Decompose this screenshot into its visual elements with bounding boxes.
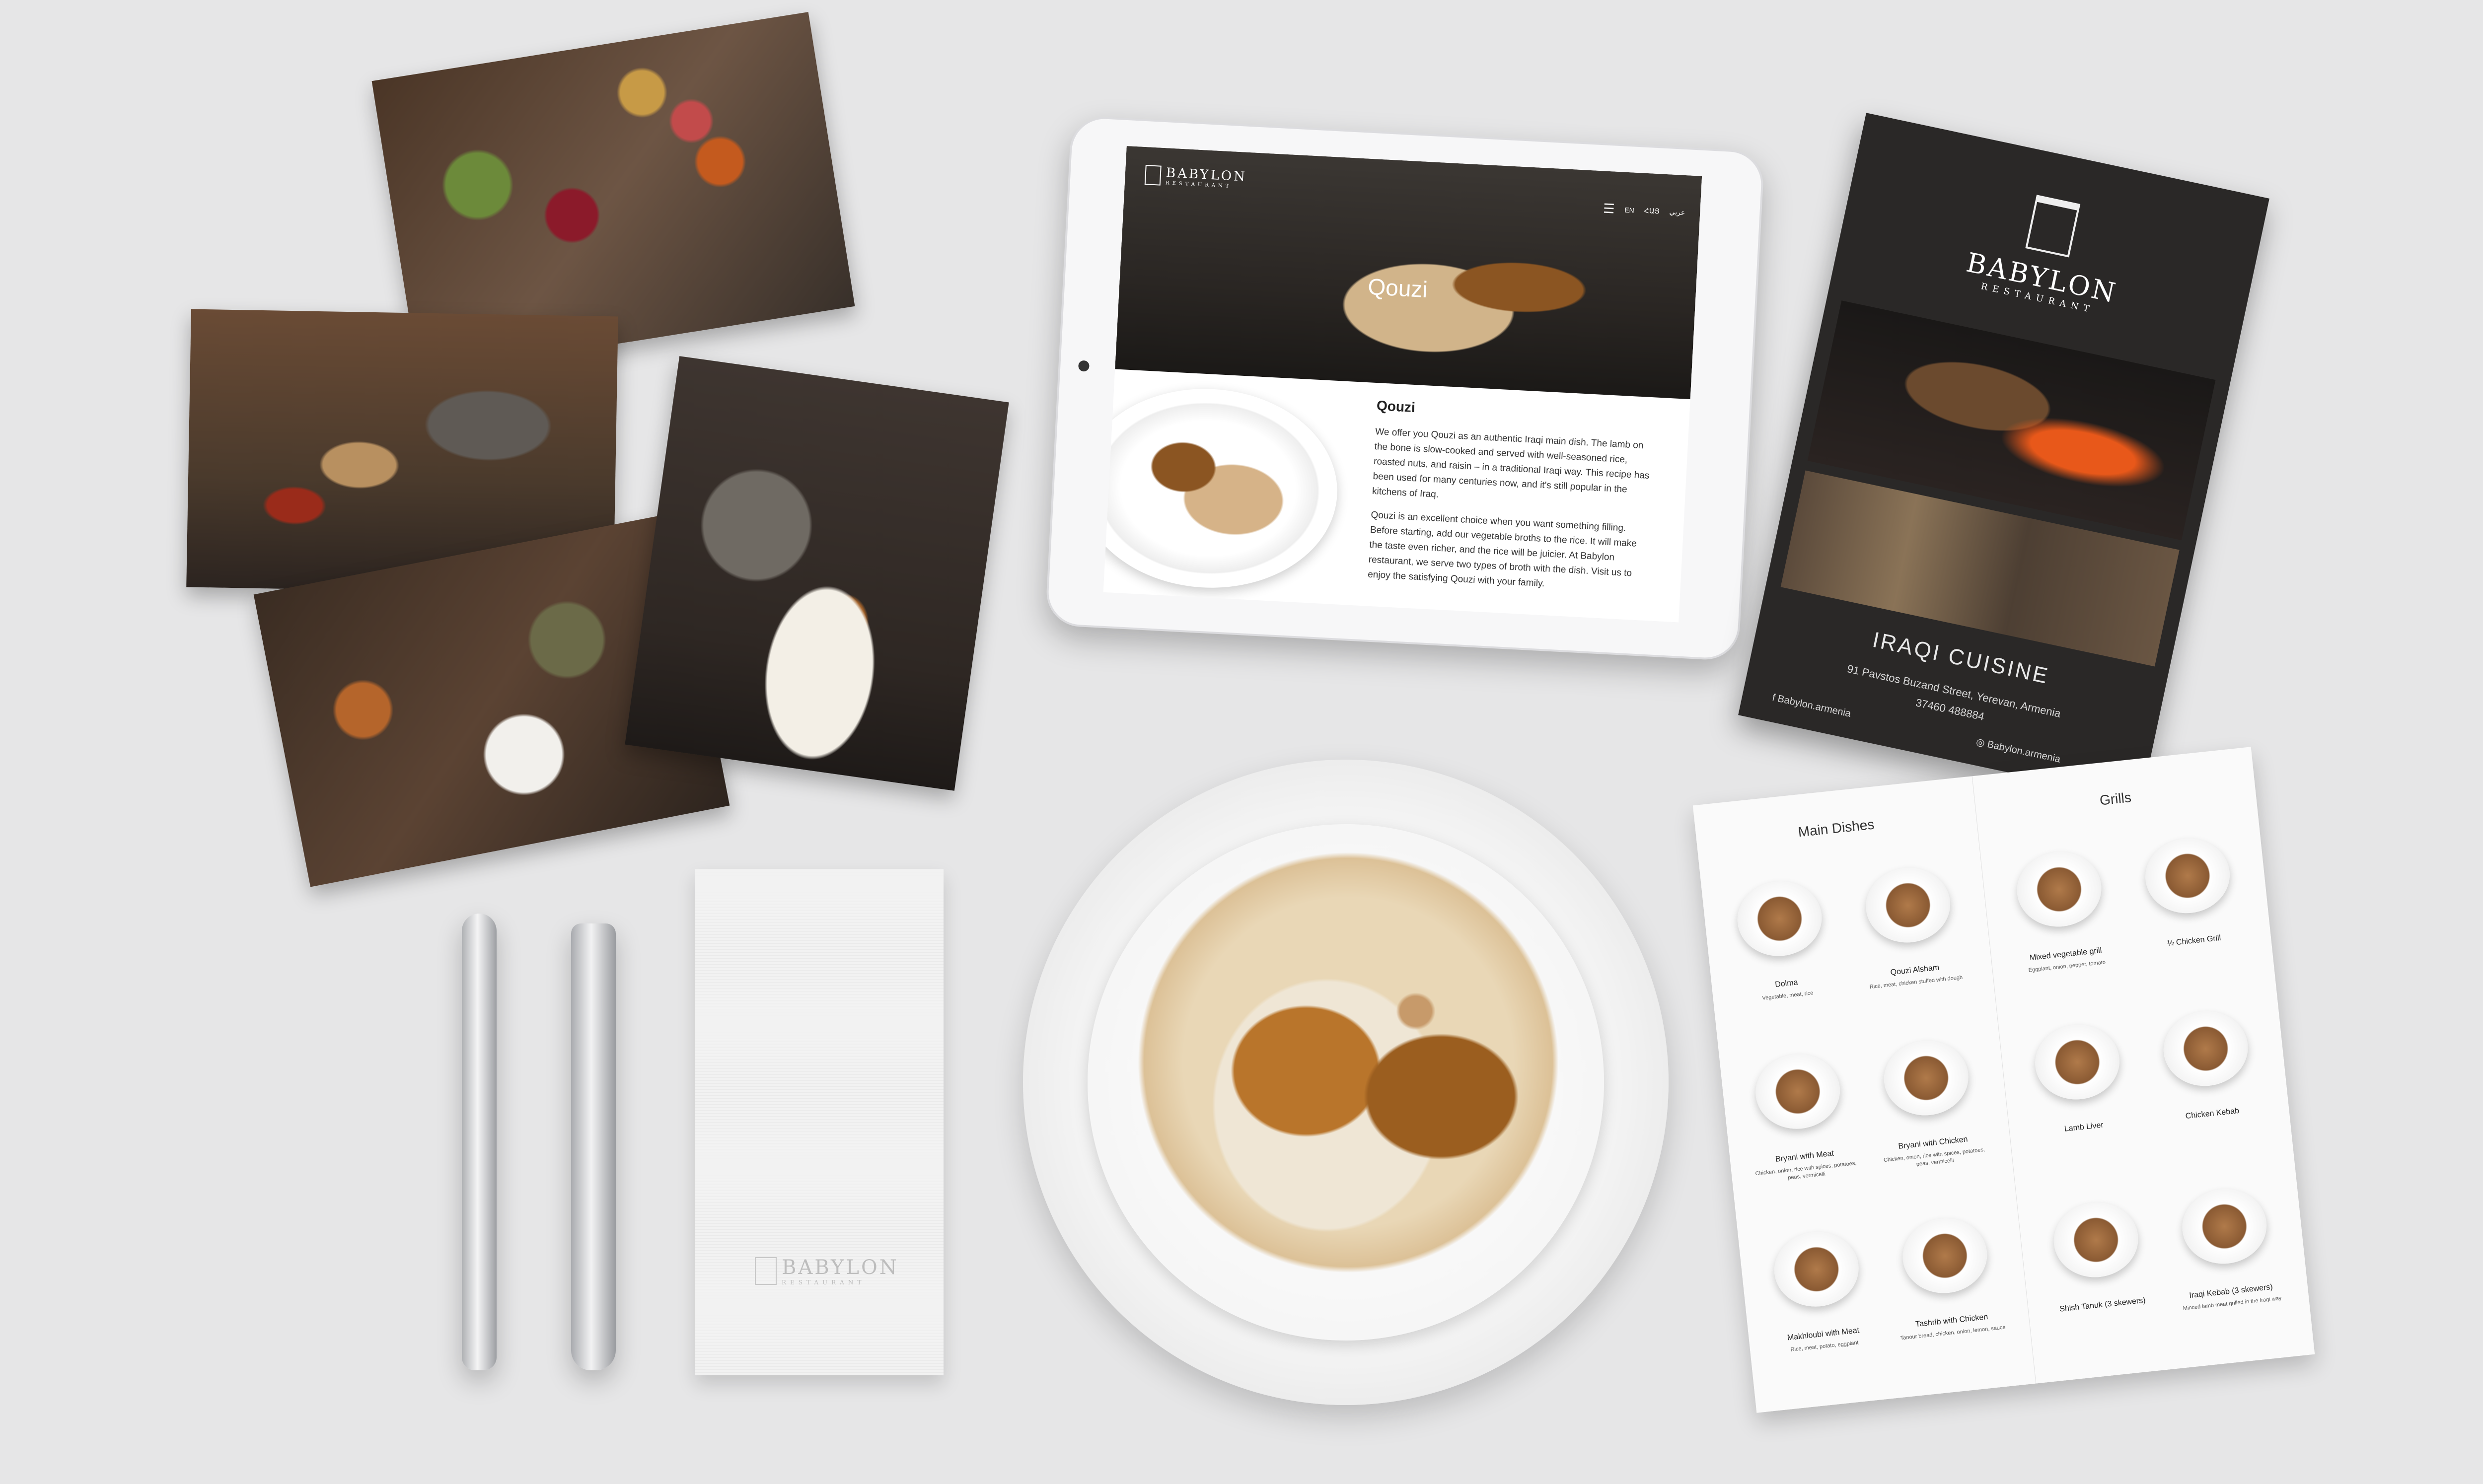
tablet-device: BABYLON RESTAURANT ☰ EN ՀԱՅ عربي Qouzi Q… bbox=[1045, 115, 1765, 661]
photo-print-qouzi-pour bbox=[625, 356, 1009, 791]
dish-paragraph-1: We offer you Qouzi as an authentic Iraqi… bbox=[1372, 426, 1650, 500]
brochure-instagram: ◎ Babylon.armenia bbox=[1975, 735, 2062, 765]
fork bbox=[571, 923, 616, 1370]
napkin-logo-mark-icon bbox=[755, 1257, 777, 1285]
dish-image bbox=[1862, 863, 1954, 947]
menu-item: Mixed vegetable grill Eggplant, onion, p… bbox=[2001, 847, 2122, 976]
menu-item: Iraqi Kebab (3 skewers) Minced lamb meat… bbox=[2166, 1184, 2287, 1313]
facebook-icon: f bbox=[1771, 692, 1776, 704]
dish-image bbox=[1880, 1036, 1972, 1120]
tablet-screen: BABYLON RESTAURANT ☰ EN ՀԱՅ عربي Qouzi Q… bbox=[1103, 146, 1702, 623]
instagram-icon: ◎ bbox=[1975, 736, 1986, 749]
menu-item: Shish Tanuk (3 skewers) bbox=[2038, 1197, 2158, 1319]
hero-food-image bbox=[1264, 198, 1630, 386]
dish-image bbox=[2013, 848, 2105, 931]
menu-item: Makhloubi with Meat Rice, meat, potato, … bbox=[1758, 1226, 1880, 1356]
site-logo[interactable]: BABYLON RESTAURANT bbox=[1144, 164, 1247, 190]
instagram-handle: Babylon.armenia bbox=[1986, 739, 2062, 765]
site-nav: ☰ EN ՀԱՅ عربي bbox=[1603, 201, 1685, 220]
logo-mark-icon bbox=[1144, 164, 1162, 186]
knife bbox=[462, 914, 497, 1370]
hero-title: Qouzi bbox=[1367, 273, 1429, 303]
lang-hy[interactable]: ՀԱՅ bbox=[1644, 207, 1660, 216]
dish-image bbox=[2159, 1007, 2252, 1090]
menu-item-name: Lamb Liver bbox=[2064, 1121, 2104, 1133]
tablet-camera bbox=[1078, 360, 1090, 372]
dish-image bbox=[1752, 1050, 1844, 1133]
dish-image bbox=[2049, 1198, 2142, 1281]
napkin-brand: BABYLON bbox=[782, 1256, 899, 1279]
dish-image bbox=[2178, 1185, 2270, 1268]
dish-image bbox=[1770, 1228, 1863, 1311]
lang-en[interactable]: EN bbox=[1624, 206, 1634, 214]
menu-main-title: Main Dishes bbox=[1797, 816, 1875, 840]
menu-item: Tashrib with Chicken Tanour bread, chick… bbox=[1887, 1213, 2008, 1343]
menu-item: Bryani with Meat Chicken, onion, rice wi… bbox=[1740, 1049, 1861, 1186]
lang-ar[interactable]: عربي bbox=[1669, 208, 1685, 217]
menu-item-name: Chicken Kebab bbox=[2185, 1106, 2240, 1121]
dish-plate-image bbox=[1103, 382, 1343, 594]
menu-item: ½ Chicken Grill bbox=[2129, 833, 2249, 955]
menu-item-name: Shish Tanuk (3 skewers) bbox=[2059, 1296, 2146, 1314]
hero-banner: BABYLON RESTAURANT ☰ EN ՀԱՅ عربي Qouzi bbox=[1115, 146, 1702, 400]
menu-item: Dolma Vegetable, meat, rice bbox=[1721, 876, 1842, 1005]
menu-item: Lamb Liver bbox=[2019, 1019, 2139, 1141]
menu-icon[interactable]: ☰ bbox=[1603, 201, 1615, 216]
menu-item: Chicken Kebab bbox=[2147, 1006, 2267, 1128]
menu-card: Main Dishes Dolma Vegetable, meat, rice … bbox=[1692, 747, 2315, 1413]
dish-image bbox=[2141, 834, 2233, 918]
tri-fold-brochure: BABYLON RESTAURANT IRAQI CUISINE 91 Pavs… bbox=[1738, 113, 2269, 801]
dish-section-title: Qouzi bbox=[1376, 398, 1416, 416]
napkin-tagline: RESTAURANT bbox=[782, 1279, 866, 1286]
menu-item: Bryani with Chicken Chicken, onion, rice… bbox=[1868, 1035, 1990, 1172]
napkin: BABYLON RESTAURANT bbox=[695, 869, 944, 1375]
brochure-facebook: f Babylon.armenia bbox=[1771, 692, 1852, 720]
dish-paragraph-2: Qouzi is an excellent choice when you wa… bbox=[1367, 509, 1637, 589]
napkin-logo: BABYLON RESTAURANT bbox=[755, 1256, 899, 1286]
menu-item: Qouzi Alsham Rice, meat, chicken stuffed… bbox=[1850, 862, 1971, 992]
dish-image bbox=[2031, 1020, 2123, 1104]
facebook-handle: Babylon.armenia bbox=[1776, 693, 1852, 719]
menu-item-name: ½ Chicken Grill bbox=[2167, 933, 2222, 948]
qouzi-dish bbox=[1137, 849, 1559, 1276]
castle-logo-icon bbox=[2025, 195, 2081, 258]
dish-image bbox=[1734, 877, 1826, 960]
dish-content: Qouzi We offer you Qouzi as an authentic… bbox=[1367, 398, 1655, 597]
dish-image bbox=[1899, 1214, 1991, 1297]
